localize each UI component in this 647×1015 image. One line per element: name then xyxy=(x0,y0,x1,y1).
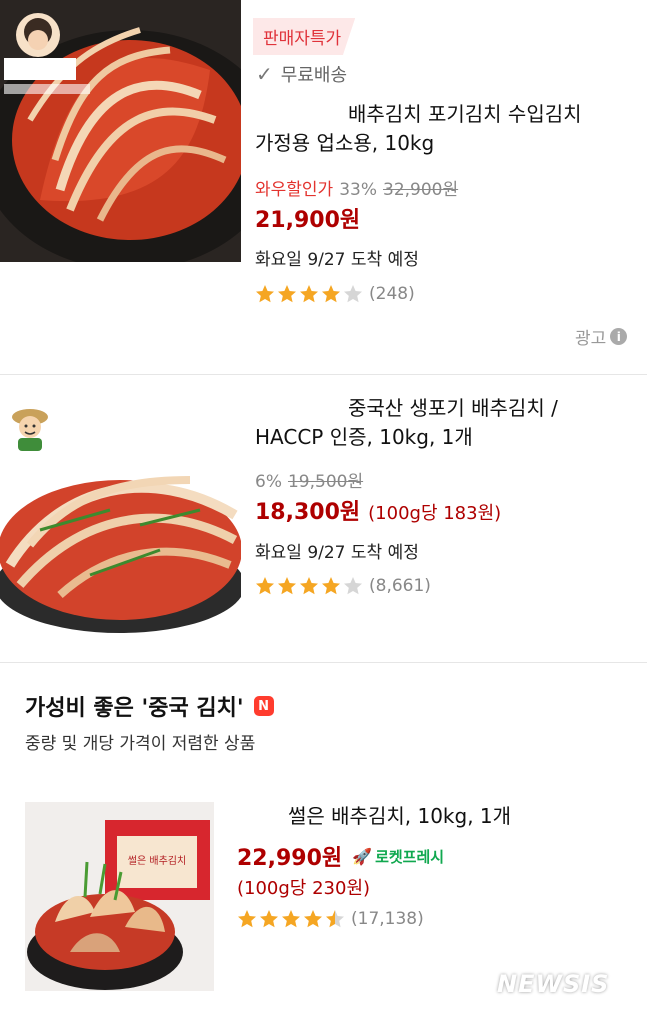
featured-rating: (17,138) xyxy=(237,909,424,929)
star-icon xyxy=(256,577,274,595)
info-icon[interactable]: i xyxy=(610,328,628,345)
ad-label[interactable]: 광고 i xyxy=(575,324,628,349)
free-shipping-label: 무료배송 xyxy=(280,65,348,86)
featured-price: 22,990원 xyxy=(237,846,343,871)
product-2-rating: (8,661) xyxy=(255,576,431,596)
ad-text: 광고 xyxy=(575,329,607,349)
star-icon xyxy=(300,285,318,303)
star-icon xyxy=(322,577,340,595)
unit-price: (100g당 183원) xyxy=(368,503,502,524)
discount-rate: 6% xyxy=(255,472,282,492)
original-price: 32,900원 xyxy=(383,180,459,200)
star-icon xyxy=(326,910,344,928)
product-2-image[interactable] xyxy=(0,455,241,633)
star-icon xyxy=(304,910,322,928)
watermark-logo: NEWSIS xyxy=(497,970,610,998)
rocket-fresh-badge: 🚀 로켓프레시 xyxy=(352,846,444,867)
box-label: 썰은 배추김치 xyxy=(128,855,186,867)
product-2-discount-row: 6% 19,500원 xyxy=(255,467,363,492)
wow-discount-label: 와우할인가 xyxy=(255,180,334,200)
star-icon xyxy=(344,285,362,303)
section-subtitle: 중량 및 개당 가격이 저렴한 상품 xyxy=(25,734,256,754)
product-1-discount-row: 와우할인가 33% 32,900원 xyxy=(255,175,458,200)
section-header: 가성비 좋은 '중국 김치' N xyxy=(25,690,274,722)
product-2-price-row: 18,300원 (100g당 183원) xyxy=(255,494,501,526)
rocket-fresh-label: 로켓프레시 xyxy=(375,847,445,866)
star-icon xyxy=(278,577,296,595)
rating-stars xyxy=(255,576,363,596)
featured-price-row: 22,990원 🚀 로켓프레시 xyxy=(237,840,444,872)
original-price: 19,500원 xyxy=(287,472,364,492)
product-2-price: 18,300원 xyxy=(255,500,361,525)
check-icon: ✓ xyxy=(256,62,273,86)
product-2-delivery: 화요일 9/27 도착 예정 xyxy=(255,543,419,563)
star-icon xyxy=(344,577,362,595)
product-1-price: 21,900원 xyxy=(255,208,361,233)
discount-rate: 33% xyxy=(339,180,377,200)
divider xyxy=(0,374,647,375)
review-count: (8,661) xyxy=(369,576,431,596)
seller-mascot-icon xyxy=(10,405,50,453)
product-2-title-line2[interactable]: HACCP 인증, 10kg, 1개 xyxy=(255,421,473,454)
rocket-icon: 🚀 xyxy=(352,846,373,866)
product-1-rating: (248) xyxy=(255,284,415,304)
review-count: (17,138) xyxy=(351,909,424,929)
review-count: (248) xyxy=(369,284,415,304)
seller-special-badge: 판매자특가 xyxy=(253,18,356,55)
rating-stars xyxy=(255,284,363,304)
star-icon xyxy=(322,285,340,303)
divider xyxy=(0,662,647,663)
free-shipping: ✓ 무료배송 xyxy=(256,61,347,87)
product-1-image[interactable] xyxy=(0,0,241,262)
star-icon xyxy=(256,285,274,303)
section-title: 가성비 좋은 '중국 김치' xyxy=(25,696,244,721)
product-1-title-line2[interactable]: 가정용 업소용, 10kg xyxy=(255,127,434,160)
new-badge-icon: N xyxy=(253,696,274,716)
star-icon xyxy=(278,285,296,303)
featured-product-image[interactable]: 썰은 배추김치 xyxy=(25,802,214,991)
star-icon xyxy=(282,910,300,928)
star-icon xyxy=(260,910,278,928)
product-1-delivery: 화요일 9/27 도착 예정 xyxy=(255,250,419,270)
rating-stars xyxy=(237,909,345,929)
star-icon xyxy=(238,910,256,928)
featured-title[interactable]: 썰은 배추김치, 10kg, 1개 xyxy=(288,800,511,833)
star-icon xyxy=(300,577,318,595)
featured-unit-price: (100g당 230원) xyxy=(237,878,371,899)
